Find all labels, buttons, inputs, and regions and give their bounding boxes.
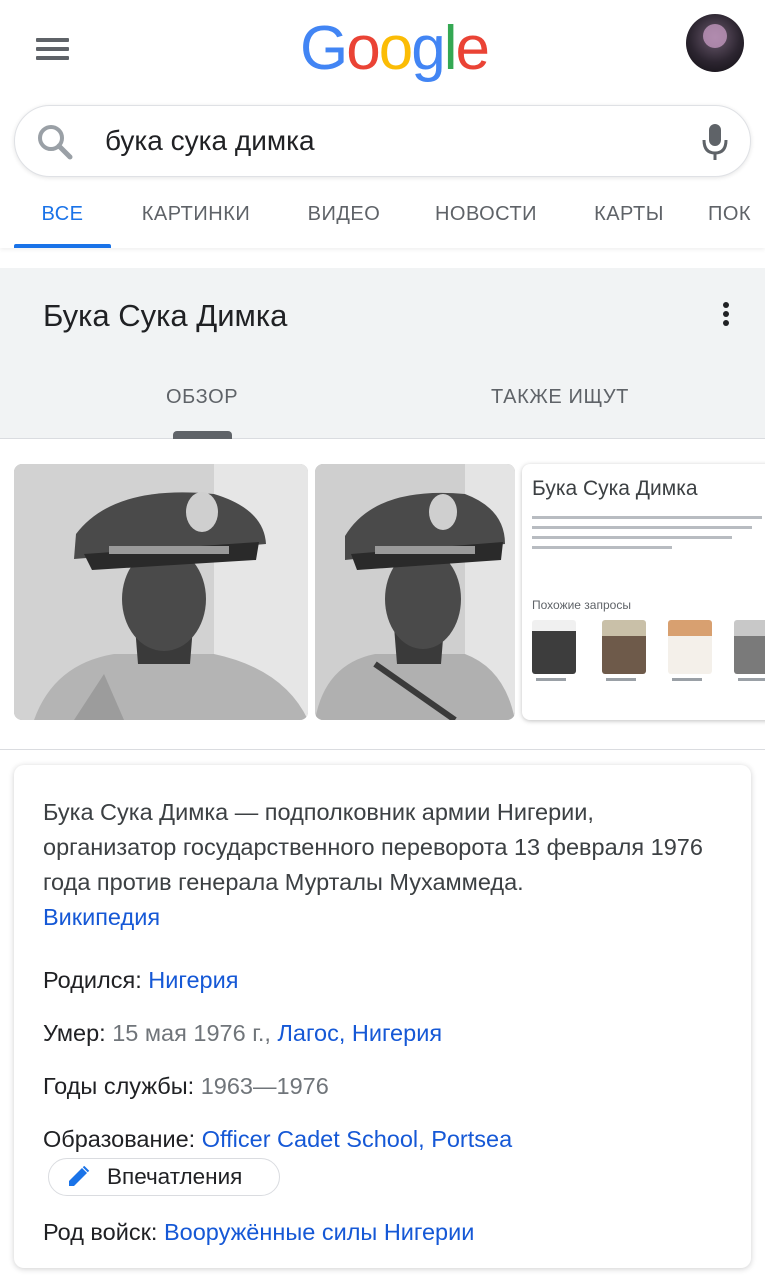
entity-description: Бука Сука Димка — подполковник армии Ниг…: [43, 795, 713, 935]
pencil-icon: [69, 1166, 90, 1186]
tab-more[interactable]: ПОК: [708, 190, 765, 248]
knowledge-panel-header: Бука Сука Димка ОБЗОР ТАКЖЕ ИЩУТ: [0, 268, 765, 439]
related-face-image: [532, 620, 576, 674]
user-avatar[interactable]: [686, 14, 744, 72]
thumbnail-title: Бука Сука Димка: [532, 477, 698, 500]
related-heading: Похожие запросы: [532, 598, 631, 612]
fact-link[interactable]: Вооружённые силы Нигерии: [164, 1219, 474, 1245]
fact-education: Образование: Officer Cadet School, Ports…: [43, 1126, 512, 1153]
text-line: [532, 516, 762, 519]
search-header: Google ВСЕ КАРТИНКИ ВИДЕО НОВОСТИ КАРТЫ …: [0, 0, 765, 248]
fact-label: Род войск:: [43, 1219, 158, 1245]
search-icon[interactable]: [35, 122, 75, 162]
search-tabs: ВСЕ КАРТИНКИ ВИДЕО НОВОСТИ КАРТЫ ПОК: [0, 190, 765, 248]
feedback-label: Впечатления: [107, 1164, 243, 1189]
logo-letter: l: [443, 14, 458, 83]
menu-bar: [36, 38, 69, 42]
fact-value: 1963—1976: [200, 1073, 329, 1099]
logo-letter: e: [455, 14, 490, 83]
google-logo[interactable]: Google: [300, 14, 490, 84]
active-tab-indicator: [14, 244, 111, 248]
tab-all[interactable]: ВСЕ: [14, 190, 111, 248]
search-box[interactable]: [14, 105, 751, 177]
description-card: Бука Сука Димка — подполковник армии Ниг…: [14, 765, 751, 1268]
caption-line: [738, 678, 765, 681]
related-face-image: [602, 620, 646, 674]
fact-link[interactable]: Нигерия: [148, 967, 238, 993]
hamburger-menu-icon[interactable]: [34, 34, 74, 64]
search-result-thumbnail[interactable]: Бука Сука Димка Похожие запросы: [522, 464, 765, 720]
search-input[interactable]: [105, 106, 665, 176]
tab-maps[interactable]: КАРТЫ: [580, 190, 678, 248]
description-text: Бука Сука Димка — подполковник армии Ниг…: [43, 799, 703, 895]
fact-link[interactable]: Лагос, Нигерия: [277, 1020, 442, 1046]
tab-overview[interactable]: ОБЗОР: [166, 386, 238, 409]
fact-label: Родился:: [43, 967, 142, 993]
logo-letter: o: [346, 14, 381, 83]
fact-service-years: Годы службы: 1963—1976: [43, 1073, 329, 1100]
fact-branch: Род войск: Вооружённые силы Нигерии: [43, 1219, 474, 1246]
feedback-button[interactable]: Впечатления: [48, 1158, 280, 1196]
tab-people-also-search[interactable]: ТАКЖЕ ИЩУТ: [491, 386, 629, 409]
portrait-image[interactable]: [315, 464, 515, 720]
image-carousel: Бука Сука Димка Похожие запросы: [0, 440, 765, 750]
caption-line: [672, 678, 702, 681]
fact-born: Родился: Нигерия: [43, 967, 238, 994]
dot: [723, 302, 729, 308]
text-line: [532, 536, 732, 539]
wikipedia-link[interactable]: Википедия: [43, 904, 160, 930]
tab-video[interactable]: ВИДЕО: [296, 190, 392, 248]
more-options-icon[interactable]: [714, 300, 738, 328]
fact-label: Годы службы:: [43, 1073, 195, 1099]
portrait-image[interactable]: [14, 464, 308, 720]
mic-icon[interactable]: [700, 122, 730, 162]
text-line: [532, 526, 752, 529]
logo-letter: G: [300, 14, 348, 83]
fact-value: 15 мая 1976 г.,: [112, 1020, 271, 1046]
logo-letter: o: [378, 14, 414, 83]
menu-bar: [36, 56, 69, 60]
fact-died: Умер: 15 мая 1976 г., Лагос, Нигерия: [43, 1020, 442, 1047]
menu-bar: [36, 47, 69, 51]
active-tab-indicator: [173, 431, 232, 439]
entity-title: Бука Сука Димка: [43, 298, 288, 333]
caption-line: [536, 678, 566, 681]
dot: [723, 320, 729, 326]
related-face-image: [668, 620, 712, 674]
text-line: [532, 546, 672, 549]
caption-line: [606, 678, 636, 681]
fact-label: Образование:: [43, 1126, 196, 1152]
tab-news[interactable]: НОВОСТИ: [425, 190, 547, 248]
dot: [723, 311, 729, 317]
fact-label: Умер:: [43, 1020, 106, 1046]
fact-link[interactable]: Officer Cadet School, Portsea: [202, 1126, 512, 1152]
logo-letter: g: [411, 14, 446, 83]
tab-images[interactable]: КАРТИНКИ: [126, 190, 266, 248]
related-face-image: [734, 620, 765, 674]
